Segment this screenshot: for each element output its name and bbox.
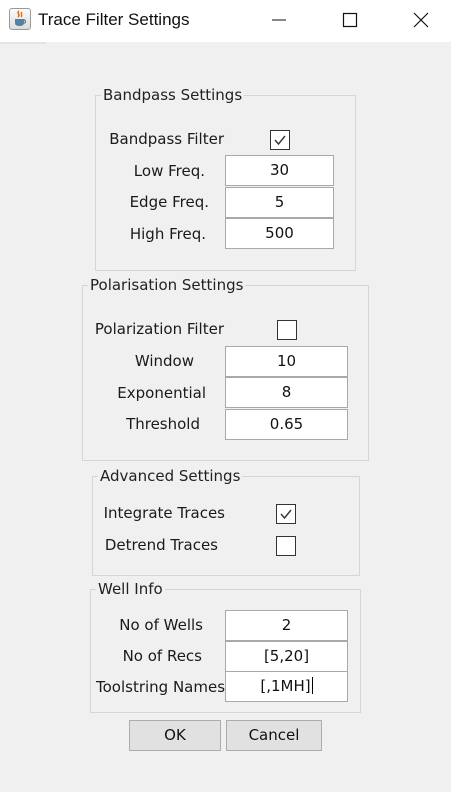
well-info-legend: Well Info: [98, 580, 163, 598]
detrend-traces-checkbox[interactable]: [276, 536, 296, 556]
window-label: Window: [134, 352, 194, 370]
edge-freq-label: Edge Freq.: [129, 193, 209, 211]
ok-button[interactable]: OK: [129, 720, 221, 751]
window-input[interactable]: 10: [225, 346, 348, 377]
high-freq-label: High Freq.: [129, 225, 206, 243]
polarisation-settings-legend: Polarisation Settings: [90, 276, 244, 294]
toolstring-names-value: [,1MH]: [260, 677, 311, 695]
no-of-wells-label: No of Wells: [119, 616, 203, 634]
no-of-recs-label: No of Recs: [122, 647, 202, 665]
bandpass-settings-legend: Bandpass Settings: [103, 86, 243, 104]
minimize-button[interactable]: [256, 0, 302, 40]
text-cursor: [311, 677, 313, 694]
threshold-input[interactable]: 0.65: [225, 409, 348, 440]
low-freq-input[interactable]: 30: [225, 155, 334, 186]
exponential-label: Exponential: [117, 384, 206, 402]
high-freq-input[interactable]: 500: [225, 218, 334, 249]
no-of-wells-input[interactable]: 2: [225, 610, 348, 641]
polarization-filter-checkbox[interactable]: [277, 320, 297, 340]
integrate-traces-label: Integrate Traces: [103, 504, 225, 522]
close-button[interactable]: [397, 0, 443, 40]
advanced-settings-legend: Advanced Settings: [100, 467, 241, 485]
divider: [0, 42, 46, 44]
exponential-input[interactable]: 8: [225, 377, 348, 408]
cancel-button[interactable]: Cancel: [226, 720, 322, 751]
maximize-button[interactable]: [326, 0, 372, 40]
detrend-traces-label: Detrend Traces: [104, 536, 218, 554]
title-bar: Trace Filter Settings: [0, 0, 451, 42]
java-cup-icon[interactable]: [9, 8, 31, 30]
toolstring-names-input[interactable]: [,1MH]: [225, 671, 348, 702]
low-freq-label: Low Freq.: [133, 162, 205, 180]
threshold-label: Threshold: [126, 415, 200, 433]
bandpass-filter-label: Bandpass Filter: [109, 130, 224, 148]
no-of-recs-input[interactable]: [5,20]: [225, 641, 348, 672]
integrate-traces-checkbox[interactable]: [276, 504, 296, 524]
window-title: Trace Filter Settings: [38, 10, 190, 29]
edge-freq-input[interactable]: 5: [225, 187, 334, 218]
polarization-filter-label: Polarization Filter: [94, 320, 224, 338]
bandpass-filter-checkbox[interactable]: [270, 130, 290, 150]
toolstring-names-label: Toolstring Names: [96, 678, 226, 696]
